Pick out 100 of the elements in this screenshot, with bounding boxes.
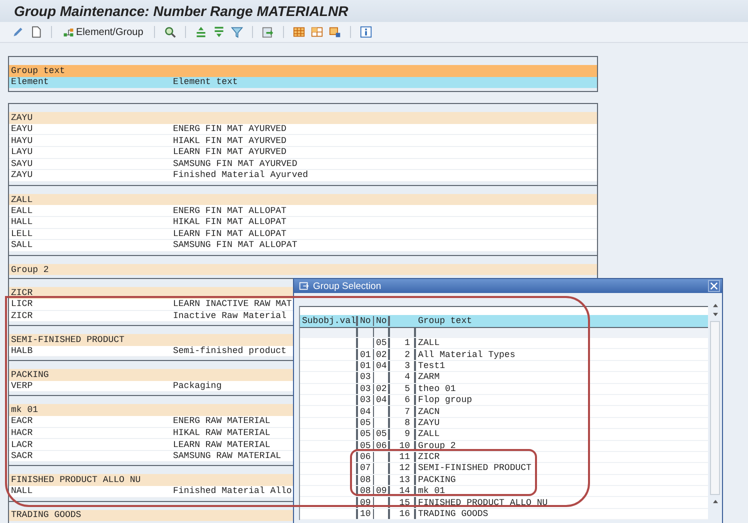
table-cell: 2 (404, 350, 410, 360)
group-name: SEMI-FINISHED PRODUCT (11, 334, 126, 345)
group-name: ZAYU (11, 112, 34, 123)
table-row[interactable]: 01 04 3 Test1 (300, 360, 708, 372)
table-cell: 3 (404, 360, 410, 371)
table-cell: 5 (404, 384, 410, 394)
close-button[interactable] (708, 280, 720, 292)
table-row[interactable]: 05 05 9 ZALL (300, 429, 708, 441)
group-name: ZALL (11, 194, 34, 205)
table-row[interactable]: 01 02 2 All Material Types (300, 349, 708, 361)
table-cell: ZALL (418, 338, 440, 348)
table-row[interactable]: 08 13 PACKING (300, 474, 708, 486)
search-icon[interactable] (164, 26, 176, 38)
info-icon[interactable] (360, 26, 372, 38)
table-cell: 05 (360, 429, 371, 440)
table-cell: ZALL (418, 429, 440, 440)
column-header: Subobj.val (300, 316, 358, 326)
column-header: No (358, 316, 374, 326)
table-cell: 16 (399, 509, 410, 520)
table-cell: 04 (376, 395, 387, 406)
window-title: Group Maintenance: Number Range MATERIALNR (14, 3, 348, 19)
table-cell: 03 (360, 372, 371, 382)
table-cell: 03 (360, 395, 371, 406)
export-icon[interactable] (262, 26, 274, 38)
table-cell: 12 (399, 463, 410, 474)
table-cell: theo 01 (418, 384, 456, 394)
element-cell-text: HACR (11, 428, 34, 438)
element-group-button[interactable]: Element/Group (61, 26, 146, 38)
scroll-up-icon[interactable] (712, 499, 718, 504)
filter-icon[interactable] (231, 26, 244, 38)
table-cell: 7 (404, 406, 410, 417)
table-cell: 14 (399, 486, 410, 496)
table-cell: FINISHED PRODUCT ALLO NU (418, 498, 548, 508)
element-cell-text: EALL (11, 206, 34, 216)
element-cell-text: SAYU (11, 158, 34, 169)
group-name: ZICR (11, 288, 34, 298)
table-cell: SEMI-FINISHED PRODUCT (418, 463, 532, 474)
table-cell: 03 (360, 384, 371, 394)
table-cell: mk 01 (418, 486, 446, 496)
table-cell: 10 (399, 440, 410, 451)
group-name: Group 2 (11, 264, 50, 275)
column-header: Group text (11, 66, 66, 76)
scroll-down-icon[interactable] (712, 312, 718, 317)
table-cell: 02 (376, 350, 387, 360)
element-text-cell: Semi-finished product (173, 346, 286, 356)
table-cell: 01 (360, 360, 371, 371)
column-header: No (374, 316, 390, 326)
table-row[interactable]: 05 06 10 Group 2 (300, 440, 708, 452)
table-cell: 02 (376, 384, 387, 394)
table-cell: 05 (360, 440, 371, 451)
table-cell: PACKING (418, 474, 456, 485)
pencil-icon[interactable] (12, 26, 24, 38)
element-text-cell: LEARN FIN MAT AYURVED (173, 147, 286, 158)
sort-descending-icon[interactable] (213, 26, 226, 38)
element-cell-text: SACR (11, 451, 34, 462)
scroll-thumb[interactable] (710, 321, 720, 495)
table-row[interactable]: 05 8 ZAYU (300, 418, 708, 430)
table-row[interactable]: 06 11 ZICR (300, 452, 708, 464)
table-cell: ZACN (418, 406, 440, 417)
table-cell: 08 (360, 474, 371, 485)
table-cell: 10 (360, 509, 371, 520)
element-cell-text: VERP (11, 381, 34, 392)
table-row[interactable]: 03 02 5 theo 01 (300, 384, 708, 395)
element-cell-text: EACR (11, 416, 34, 426)
grid-icon[interactable] (293, 26, 306, 38)
table-row[interactable]: 08 09 14 mk 01 (300, 486, 708, 498)
element-cell-text: LICR (11, 299, 34, 310)
element-cell-text: EAYU (11, 124, 34, 134)
scroll-up-icon[interactable] (712, 303, 718, 308)
element-text-cell: Inactive Raw Material (173, 310, 286, 321)
element-text-cell: SAMSUNG FIN MAT ALLOPAT (173, 240, 298, 250)
dialog-title: Group Selection (313, 280, 382, 292)
column-header: Group text (417, 316, 474, 326)
table-cell: ZARM (418, 372, 440, 382)
table-cell: ZAYU (418, 418, 440, 428)
table-cell: 9 (404, 429, 410, 440)
element-cell-text: HALB (11, 346, 34, 356)
table-cell: 05 (376, 429, 387, 440)
table-row[interactable]: 07 12 SEMI-FINISHED PRODUCT (300, 463, 708, 475)
table-row[interactable]: 03 4 ZARM (300, 372, 708, 384)
grid-insert-icon[interactable] (311, 26, 324, 38)
group-name: PACKING (11, 370, 50, 380)
table-row[interactable]: 03 04 6 Flop group (300, 394, 708, 406)
element-cell-text: LACR (11, 440, 34, 450)
element-text-cell: LEARN FIN MAT ALLOPAT (173, 228, 286, 239)
group-name: FINISHED PRODUCT ALLO NU (11, 475, 142, 486)
group-name: mk 01 (11, 405, 40, 416)
table-row[interactable]: 10 16 TRADING GOODS (300, 508, 708, 520)
document-icon[interactable] (30, 26, 42, 38)
element-cell-text: LELL (11, 228, 34, 239)
table-cell: ZICR (418, 452, 440, 462)
table-row[interactable]: 04 7 ZACN (300, 406, 708, 418)
sort-ascending-icon[interactable] (195, 26, 208, 38)
hierarchy-icon (63, 26, 74, 38)
table-row[interactable]: 09 15 FINISHED PRODUCT ALLO NU (300, 497, 708, 509)
table-cell: 6 (404, 395, 410, 406)
element-cell-text: HAYU (11, 136, 34, 146)
table-cell: Test1 (418, 360, 446, 371)
element-text-cell: LEARN RAW MATERIAL (173, 440, 270, 450)
table-row[interactable]: 05 1 ZALL (300, 338, 708, 350)
